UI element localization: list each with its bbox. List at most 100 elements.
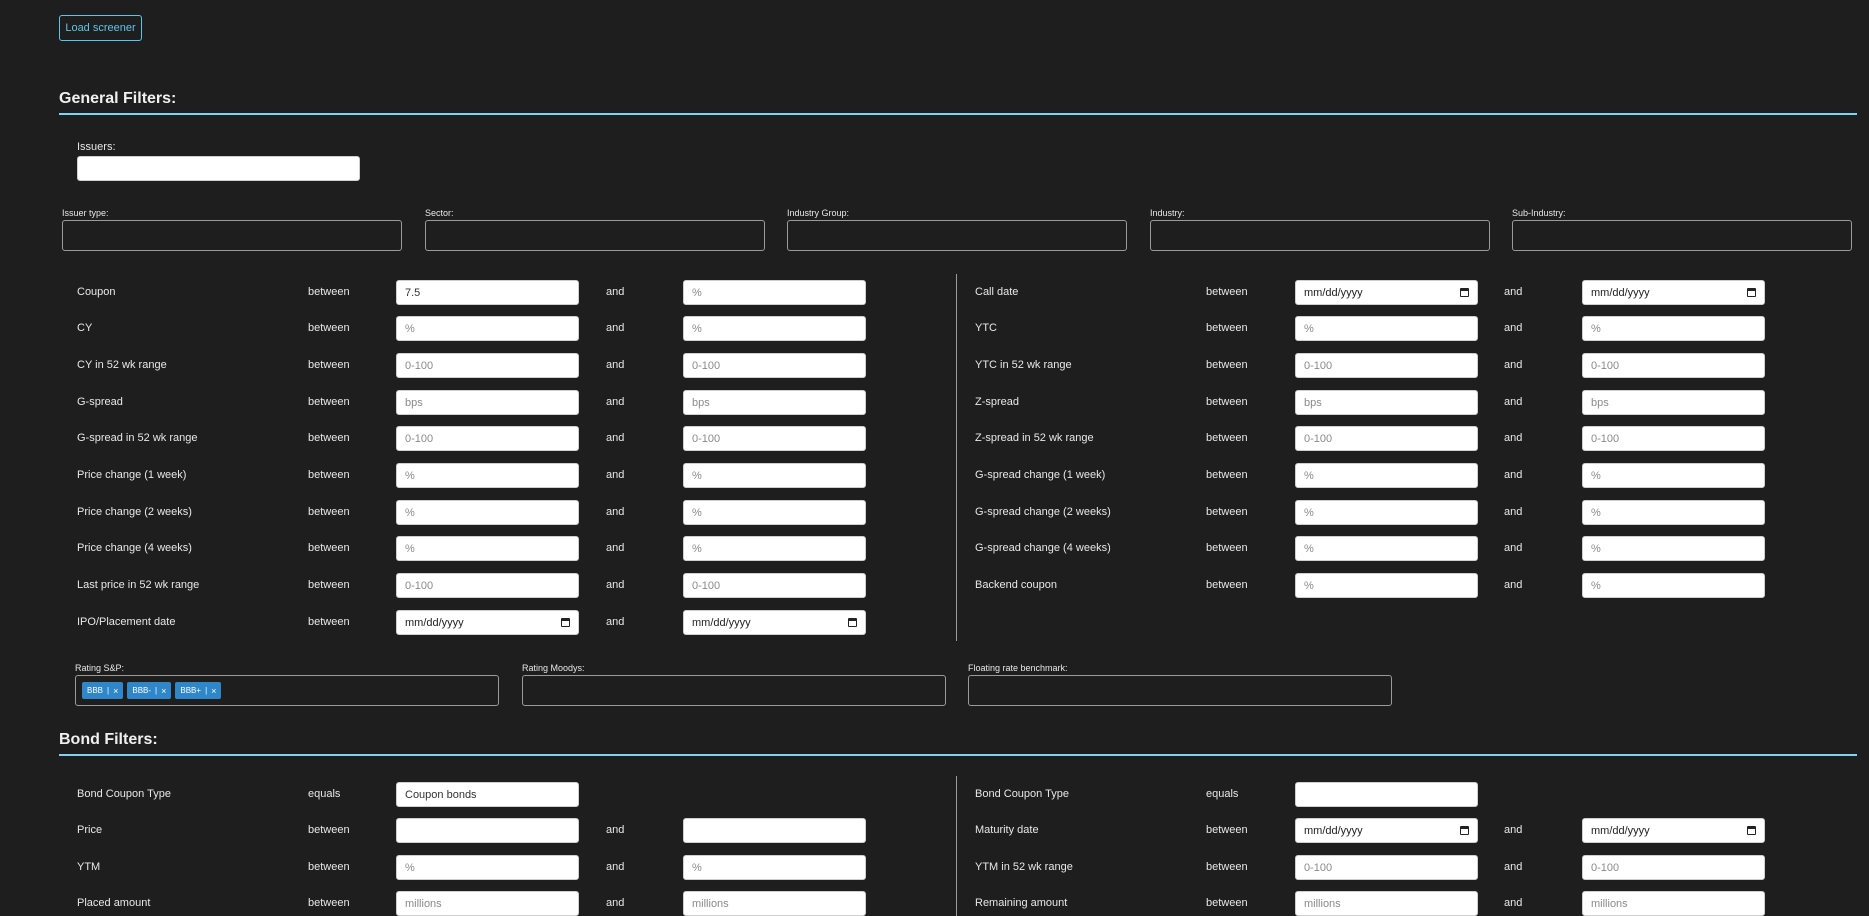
from-input[interactable] xyxy=(396,463,579,488)
filter-label: Z-spread in 52 wk range xyxy=(975,432,1094,444)
from-input[interactable] xyxy=(396,353,579,378)
from-input[interactable] xyxy=(1295,390,1478,415)
to-input[interactable] xyxy=(683,353,866,378)
from-date-input[interactable]: mm/dd/yyyy xyxy=(1295,818,1478,843)
to-input[interactable] xyxy=(1582,463,1765,488)
sub-industry-select[interactable] xyxy=(1512,220,1852,251)
rating-tag[interactable]: BBB- | × xyxy=(127,682,172,699)
filter-label: Maturity date xyxy=(975,824,1039,836)
from-input[interactable] xyxy=(1295,500,1478,525)
to-input[interactable] xyxy=(683,573,866,598)
from-input[interactable] xyxy=(396,280,579,305)
rating-tag[interactable]: BBB | × xyxy=(82,682,124,699)
rating-sp-multiselect[interactable]: BBB | × BBB- | × BBB+ | × xyxy=(75,675,499,706)
issuers-label: Issuers: xyxy=(77,141,116,153)
to-input[interactable] xyxy=(1582,316,1765,341)
operator-label: between xyxy=(1206,432,1248,444)
rating-moodys-select[interactable] xyxy=(522,675,946,706)
and-label: and xyxy=(606,469,625,481)
floating-rate-benchmark-select[interactable] xyxy=(968,675,1392,706)
from-input[interactable] xyxy=(1295,463,1478,488)
calendar-icon[interactable] xyxy=(848,618,857,627)
load-screener-button[interactable]: Load screener xyxy=(59,15,142,41)
to-input[interactable] xyxy=(1582,855,1765,880)
from-date-input[interactable]: mm/dd/yyyy xyxy=(1295,280,1478,305)
operator-label: between xyxy=(1206,506,1248,518)
calendar-icon[interactable] xyxy=(1460,288,1469,297)
from-input[interactable] xyxy=(1295,426,1478,451)
operator-label: between xyxy=(1206,897,1248,909)
and-label: and xyxy=(606,542,625,554)
operator-label: between xyxy=(308,579,350,591)
and-label: and xyxy=(606,322,625,334)
issuers-input[interactable] xyxy=(77,156,360,181)
from-input[interactable] xyxy=(1295,782,1478,807)
operator-label: between xyxy=(1206,396,1248,408)
from-input[interactable] xyxy=(1295,891,1478,916)
from-input[interactable] xyxy=(396,855,579,880)
industry-group-select[interactable] xyxy=(787,220,1127,251)
general-filters-divider xyxy=(59,113,1857,115)
industry-select[interactable] xyxy=(1150,220,1490,251)
rating-tag[interactable]: BBB+ | × xyxy=(175,682,222,699)
operator-label: between xyxy=(308,616,350,628)
close-icon[interactable]: × xyxy=(161,686,166,696)
to-input[interactable] xyxy=(683,818,866,843)
calendar-icon[interactable] xyxy=(1747,826,1756,835)
to-date-input[interactable]: mm/dd/yyyy xyxy=(1582,280,1765,305)
filter-label: Backend coupon xyxy=(975,579,1057,591)
from-input[interactable] xyxy=(1295,536,1478,561)
sector-select[interactable] xyxy=(425,220,765,251)
calendar-icon[interactable] xyxy=(1747,288,1756,297)
from-input[interactable] xyxy=(396,426,579,451)
from-input[interactable] xyxy=(396,536,579,561)
from-input[interactable] xyxy=(1295,353,1478,378)
and-label: and xyxy=(606,897,625,909)
to-input[interactable] xyxy=(1582,353,1765,378)
sub-industry-label: Sub-Industry: xyxy=(1512,208,1566,218)
to-input[interactable] xyxy=(1582,891,1765,916)
filter-label: Price change (2 weeks) xyxy=(77,506,192,518)
from-input[interactable] xyxy=(396,818,579,843)
to-date-input[interactable]: mm/dd/yyyy xyxy=(1582,818,1765,843)
from-input[interactable] xyxy=(1295,573,1478,598)
from-input[interactable] xyxy=(1295,316,1478,341)
to-input[interactable] xyxy=(683,500,866,525)
calendar-icon[interactable] xyxy=(561,618,570,627)
and-label: and xyxy=(1504,469,1523,481)
from-date-input[interactable]: mm/dd/yyyy xyxy=(396,610,579,635)
to-input[interactable] xyxy=(683,390,866,415)
filter-label: Coupon xyxy=(77,286,116,298)
calendar-icon[interactable] xyxy=(1460,826,1469,835)
from-input[interactable] xyxy=(1295,855,1478,880)
to-input[interactable] xyxy=(1582,573,1765,598)
to-input[interactable] xyxy=(1582,500,1765,525)
operator-label: between xyxy=(308,286,350,298)
to-input[interactable] xyxy=(1582,390,1765,415)
from-input[interactable] xyxy=(396,316,579,341)
from-input[interactable] xyxy=(396,390,579,415)
filter-label: Price change (1 week) xyxy=(77,469,187,481)
close-icon[interactable]: × xyxy=(113,686,118,696)
from-input[interactable] xyxy=(396,573,579,598)
to-input[interactable] xyxy=(683,891,866,916)
to-input[interactable] xyxy=(1582,426,1765,451)
filter-label: G-spread in 52 wk range xyxy=(77,432,198,444)
to-input[interactable] xyxy=(683,426,866,451)
and-label: and xyxy=(1504,396,1523,408)
close-icon[interactable]: × xyxy=(211,686,216,696)
from-input[interactable] xyxy=(396,782,579,807)
operator-label: between xyxy=(1206,286,1248,298)
to-input[interactable] xyxy=(1582,536,1765,561)
to-input[interactable] xyxy=(683,316,866,341)
bond-column-divider xyxy=(956,776,957,916)
to-input[interactable] xyxy=(683,536,866,561)
from-input[interactable] xyxy=(396,891,579,916)
filter-label: Remaining amount xyxy=(975,897,1068,909)
to-date-input[interactable]: mm/dd/yyyy xyxy=(683,610,866,635)
from-input[interactable] xyxy=(396,500,579,525)
to-input[interactable] xyxy=(683,463,866,488)
issuer-type-select[interactable] xyxy=(62,220,402,251)
to-input[interactable] xyxy=(683,855,866,880)
to-input[interactable] xyxy=(683,280,866,305)
